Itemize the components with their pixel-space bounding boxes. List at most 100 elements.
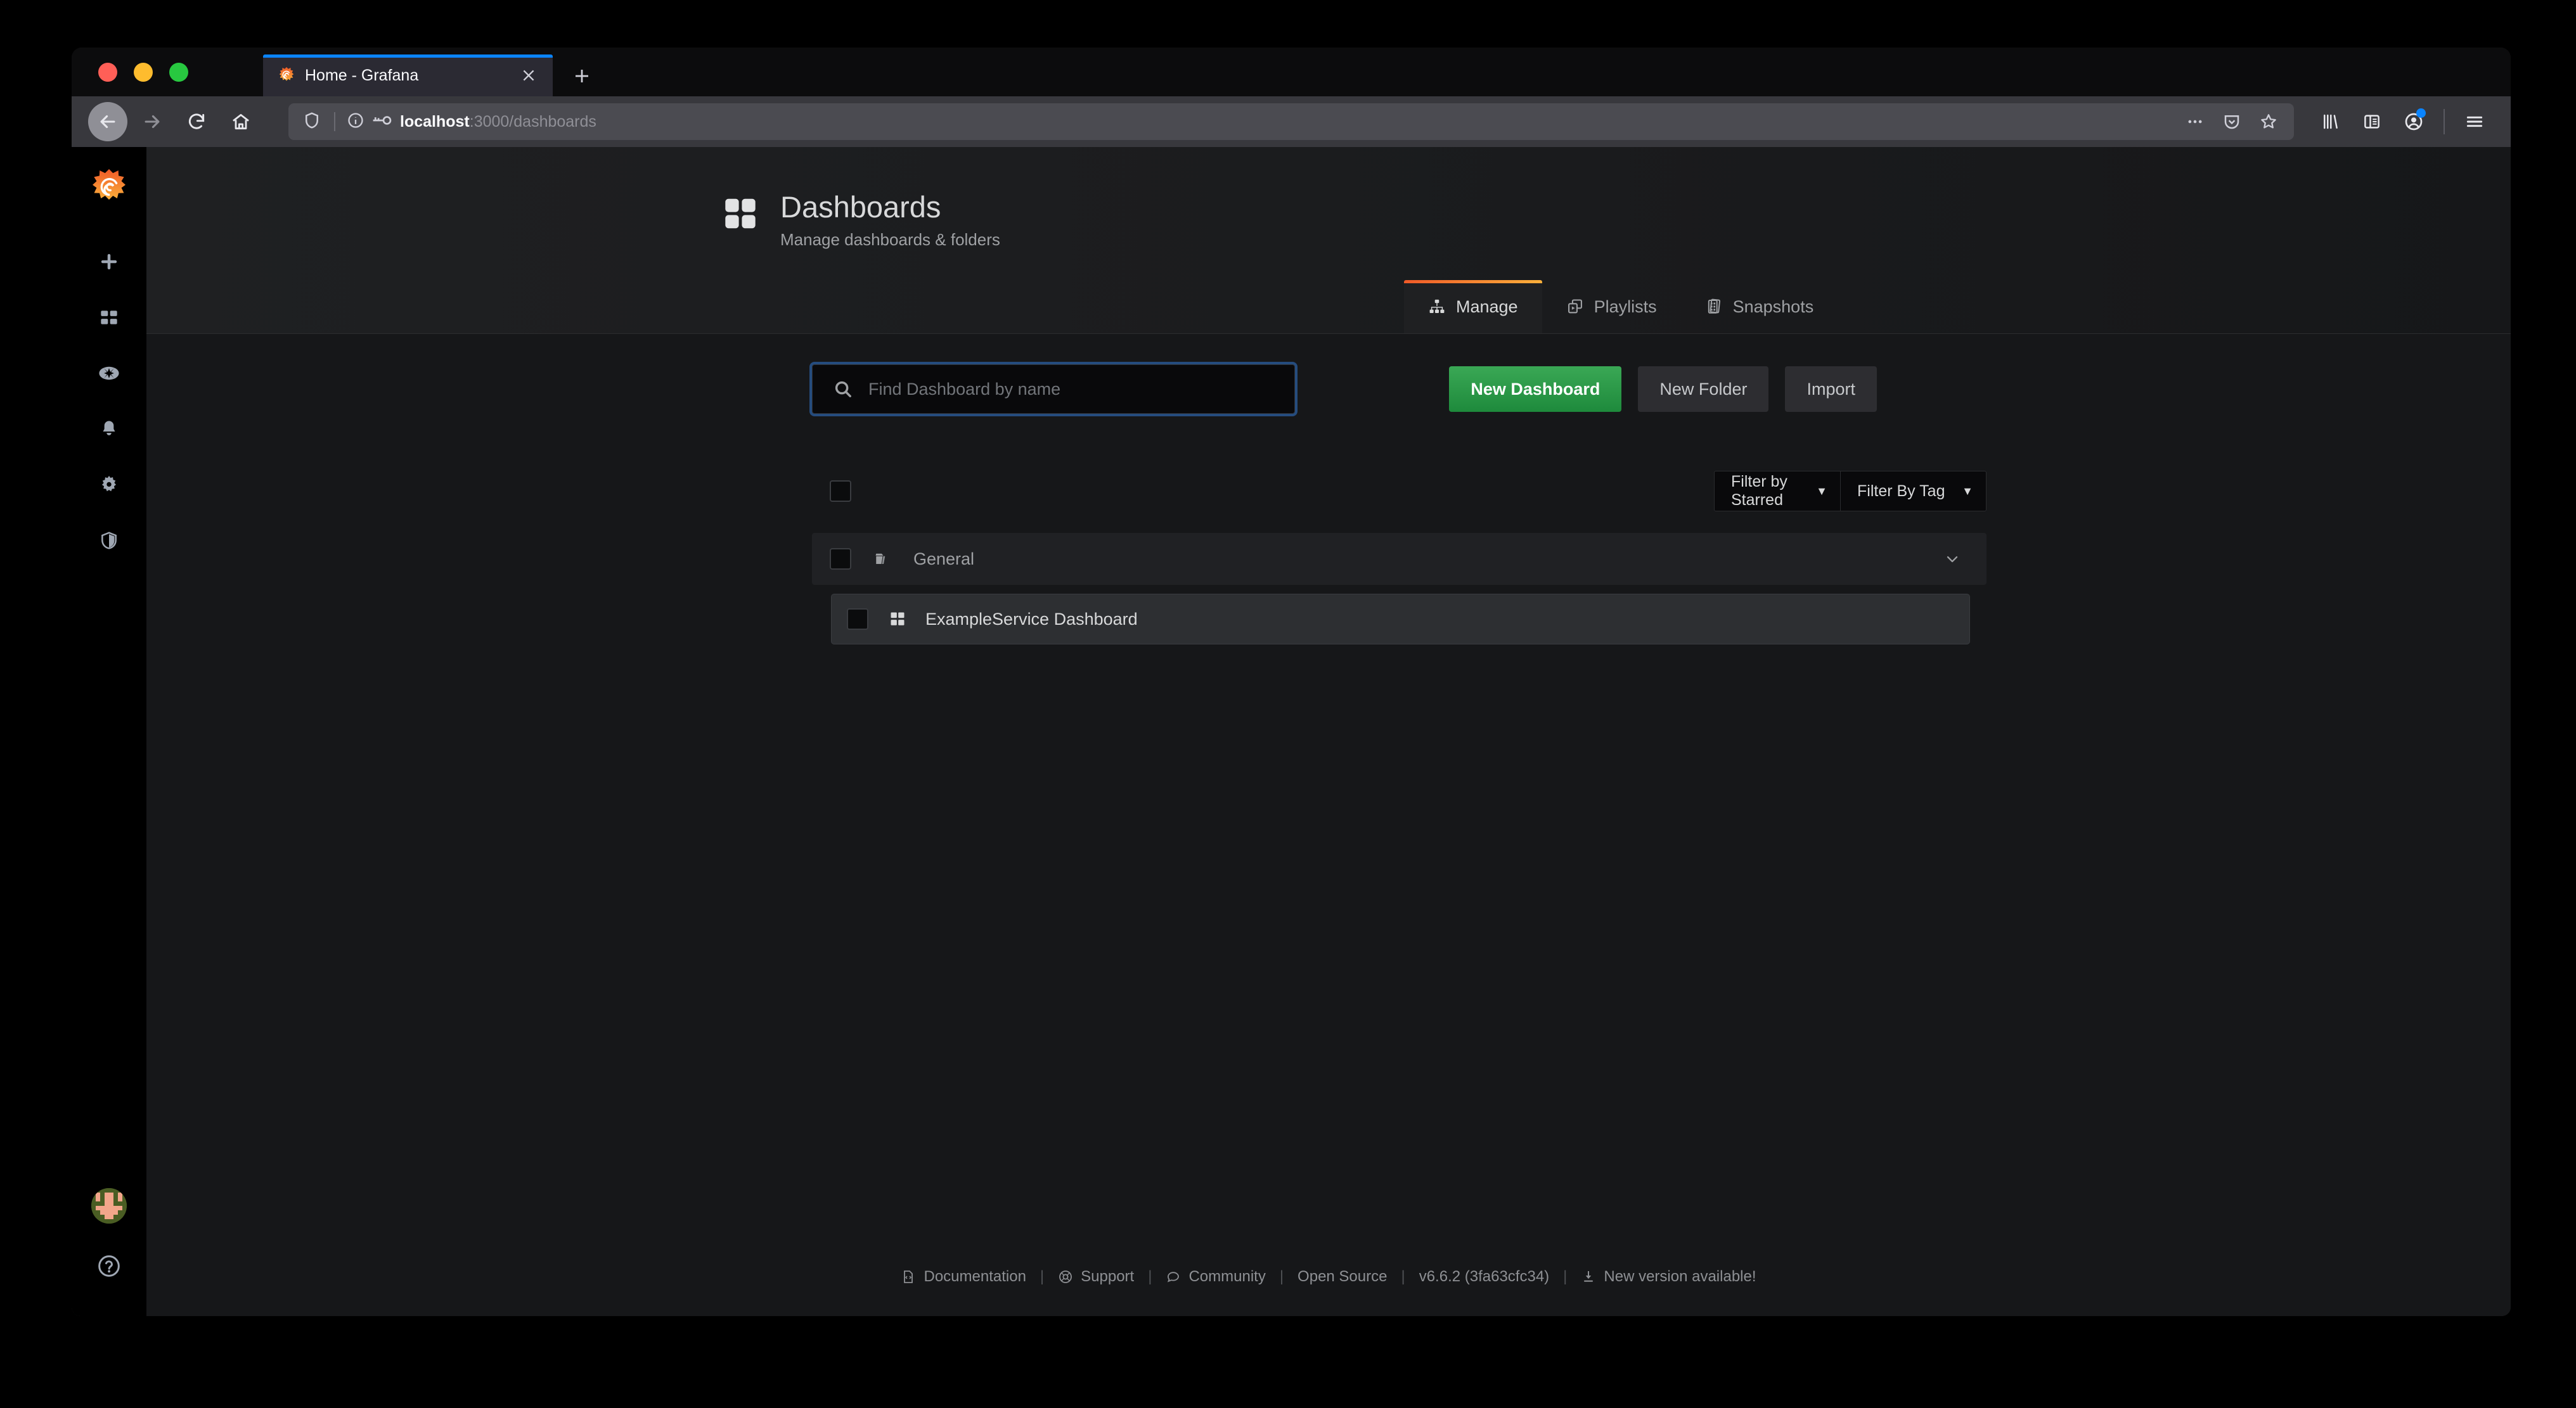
sidebar-item-configuration[interactable]	[81, 466, 137, 506]
dashboard-label[interactable]: ExampleService Dashboard	[925, 610, 1138, 629]
dashboard-list: General ExampleService Dashboard	[812, 533, 1987, 645]
gear-icon	[98, 474, 120, 499]
browser-toolbar: localhost:3000/dashboards	[72, 96, 2511, 147]
page-tabs: Manage Playlists Snapshots	[722, 280, 2511, 334]
sidebar-item-help[interactable]	[81, 1248, 137, 1287]
new-folder-button[interactable]: New Folder	[1638, 366, 1769, 413]
close-window-button[interactable]	[98, 62, 117, 82]
reload-icon[interactable]	[177, 102, 216, 141]
apps-grid-icon	[99, 307, 119, 331]
filter-by-tag-select[interactable]: Filter By Tag ▼	[1841, 471, 1987, 512]
snapshots-icon	[1705, 298, 1723, 316]
browser-window: Home - Grafana localhost:3000/dashboards…	[72, 48, 2511, 1316]
page-title: Dashboards	[780, 190, 941, 224]
account-icon[interactable]	[2394, 102, 2433, 141]
sidebar-icon[interactable]	[2352, 102, 2392, 141]
url-bar-actions	[2179, 103, 2294, 140]
tab-manage[interactable]: Manage	[1404, 280, 1542, 334]
footer-separator: |	[1040, 1268, 1045, 1285]
sidebar-item-alerting[interactable]	[81, 411, 137, 450]
page-content: Dashboards Manage dashboards & folders M…	[146, 147, 2511, 1316]
footer-link-community-label: Community	[1188, 1268, 1266, 1285]
filter-by-starred-label: Filter by Starred	[1731, 473, 1787, 509]
grafana-logo-icon[interactable]	[89, 167, 129, 207]
minimize-window-button[interactable]	[134, 62, 153, 82]
footer-link-documentation[interactable]: Documentation	[901, 1268, 1026, 1286]
account-notification-badge	[2416, 108, 2426, 118]
playlist-icon	[1566, 298, 1584, 316]
browser-toolbar-actions	[2310, 102, 2494, 141]
footer-new-version-label: New version available!	[1604, 1268, 1756, 1285]
tab-playlists[interactable]: Playlists	[1542, 280, 1681, 333]
table-row[interactable]: ExampleService Dashboard	[831, 594, 1970, 645]
browser-tab-active[interactable]: Home - Grafana	[263, 54, 553, 96]
manage-panel: Find Dashboard by name New Dashboard New…	[146, 364, 2511, 645]
folder-row-general[interactable]: General	[812, 533, 1987, 586]
page-header: Dashboards Manage dashboards & folders	[722, 147, 2511, 250]
footer-link-community[interactable]: Community	[1166, 1268, 1266, 1286]
footer-separator: |	[1148, 1268, 1152, 1285]
select-all-checkbox[interactable]	[830, 480, 851, 502]
footer-link-open-source-label: Open Source	[1298, 1268, 1388, 1285]
avatar[interactable]	[91, 1188, 127, 1224]
footer-link-support[interactable]: Support	[1058, 1268, 1134, 1286]
apps-grid-icon	[722, 195, 759, 232]
tab-manage-label: Manage	[1456, 297, 1518, 316]
hamburger-menu-icon[interactable]	[2455, 102, 2494, 141]
search-icon	[833, 379, 853, 399]
new-dashboard-button[interactable]: New Dashboard	[1449, 366, 1622, 413]
search-input[interactable]: Find Dashboard by name	[812, 364, 1295, 414]
tab-snapshots-label: Snapshots	[1732, 297, 1814, 316]
download-icon	[1581, 1269, 1596, 1284]
sidebar-item-server-admin[interactable]	[81, 522, 137, 561]
footer-version: v6.6.2 (3fa63cfc34)	[1419, 1268, 1550, 1285]
sidebar-item-dashboards[interactable]	[81, 299, 137, 338]
folder-label: General	[913, 549, 975, 568]
doc-icon	[901, 1269, 916, 1284]
dashboard-checkbox[interactable]	[847, 608, 868, 630]
folder-checkbox[interactable]	[830, 548, 851, 570]
pocket-icon[interactable]	[2215, 105, 2248, 138]
browser-tabstrip: Home - Grafana	[72, 48, 2511, 96]
search-and-actions-row: Find Dashboard by name New Dashboard New…	[812, 364, 2511, 414]
close-icon[interactable]	[516, 63, 541, 88]
page-info-icon[interactable]	[347, 112, 364, 132]
footer-separator: |	[1279, 1268, 1284, 1285]
grafana-logo-icon	[277, 66, 296, 85]
ellipsis-icon[interactable]	[2179, 105, 2212, 138]
import-button[interactable]: Import	[1785, 366, 1877, 413]
page-subtitle: Manage dashboards & folders	[780, 230, 1000, 250]
bell-icon	[99, 419, 119, 442]
question-circle-icon	[96, 1253, 122, 1282]
apps-grid-icon	[889, 610, 906, 628]
window-controls	[92, 48, 188, 96]
tab-snapshots[interactable]: Snapshots	[1681, 280, 1838, 333]
filter-selects: Filter by Starred ▼ Filter By Tag ▼	[1714, 471, 1987, 512]
sidebar-item-create[interactable]	[81, 243, 137, 283]
url-host: localhost	[400, 112, 470, 131]
sidemenu-items	[81, 243, 137, 561]
back-arrow-icon[interactable]	[88, 102, 127, 141]
chevron-down-icon[interactable]	[1943, 550, 1961, 568]
footer-link-open-source[interactable]: Open Source	[1298, 1268, 1387, 1286]
sidebar-item-explore[interactable]	[81, 355, 137, 394]
library-icon[interactable]	[2310, 102, 2350, 141]
folder-open-icon	[874, 549, 893, 568]
url-bar[interactable]: localhost:3000/dashboards	[288, 103, 2294, 140]
footer-separator: |	[1563, 1268, 1568, 1285]
home-icon[interactable]	[221, 102, 261, 141]
sidemenu-bottom	[72, 1188, 146, 1287]
tab-title: Home - Grafana	[305, 66, 419, 84]
page-header-container: Dashboards Manage dashboards & folders M…	[146, 147, 2511, 335]
compass-icon	[98, 362, 120, 387]
tab-playlists-label: Playlists	[1594, 297, 1657, 316]
maximize-window-button[interactable]	[169, 62, 188, 82]
footer-new-version-link[interactable]: New version available!	[1581, 1268, 1756, 1286]
bookmark-star-icon[interactable]	[2252, 105, 2285, 138]
connection-key-icon[interactable]	[371, 113, 392, 131]
new-tab-button[interactable]	[567, 61, 596, 91]
forward-arrow-icon[interactable]	[132, 102, 172, 141]
toolbar-divider	[2444, 109, 2445, 134]
filter-by-starred-select[interactable]: Filter by Starred ▼	[1714, 471, 1841, 512]
tracking-protection-shield-icon[interactable]	[302, 111, 321, 133]
